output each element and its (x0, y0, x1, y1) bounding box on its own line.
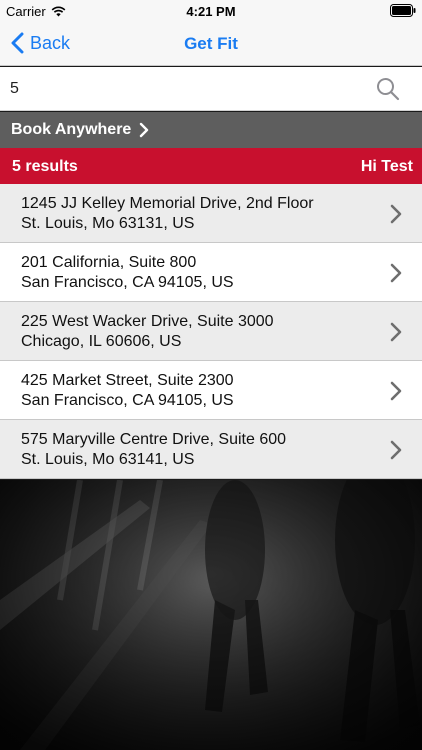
battery-icon (390, 4, 416, 17)
status-time: 4:21 PM (186, 4, 236, 19)
chevron-right-icon (390, 322, 402, 342)
search-input[interactable] (0, 67, 370, 111)
location-address-line2: Chicago, IL 60606, US (21, 333, 182, 350)
chevron-right-icon (140, 122, 149, 138)
background-photo (0, 480, 422, 750)
search-bar (0, 67, 422, 111)
location-row[interactable]: 575 Maryville Centre Drive, Suite 600 St… (0, 420, 422, 479)
location-address-line2: San Francisco, CA 94105, US (21, 392, 234, 409)
location-row[interactable]: 425 Market Street, Suite 2300 San Franci… (0, 361, 422, 420)
location-address-line1: 575 Maryville Centre Drive, Suite 600 (21, 431, 287, 448)
location-address-line1: 225 West Wacker Drive, Suite 3000 (21, 313, 274, 330)
location-address-line2: St. Louis, Mo 63141, US (21, 451, 195, 468)
status-bar: Carrier 4:21 PM (0, 0, 422, 22)
chevron-right-icon (390, 440, 402, 460)
book-anywhere-label: Book Anywhere (11, 121, 132, 138)
navigation-bar: Back Get Fit (0, 22, 422, 66)
results-header: 5 results Hi Test (0, 148, 422, 184)
location-address-line1: 425 Market Street, Suite 2300 (21, 372, 234, 389)
location-row[interactable]: 225 West Wacker Drive, Suite 3000 Chicag… (0, 302, 422, 361)
page-title: Get Fit (184, 34, 238, 53)
location-row[interactable]: 201 California, Suite 800 San Francisco,… (0, 243, 422, 302)
chevron-right-icon (390, 204, 402, 224)
user-greeting: Hi Test (360, 158, 413, 175)
location-address-line2: St. Louis, Mo 63131, US (21, 215, 195, 232)
results-count: 5 results (12, 158, 78, 175)
search-icon[interactable] (376, 77, 400, 101)
location-row[interactable]: 1245 JJ Kelley Memorial Drive, 2nd Floor… (0, 184, 422, 243)
book-anywhere-button[interactable]: Book Anywhere (0, 112, 422, 148)
location-address-line1: 201 California, Suite 800 (21, 254, 197, 271)
location-address-line2: San Francisco, CA 94105, US (21, 274, 234, 291)
background-image (0, 480, 422, 750)
location-address-line1: 1245 JJ Kelley Memorial Drive, 2nd Floor (21, 195, 314, 212)
location-list: 1245 JJ Kelley Memorial Drive, 2nd Floor… (0, 184, 422, 479)
chevron-right-icon (390, 263, 402, 283)
chevron-right-icon (390, 381, 402, 401)
